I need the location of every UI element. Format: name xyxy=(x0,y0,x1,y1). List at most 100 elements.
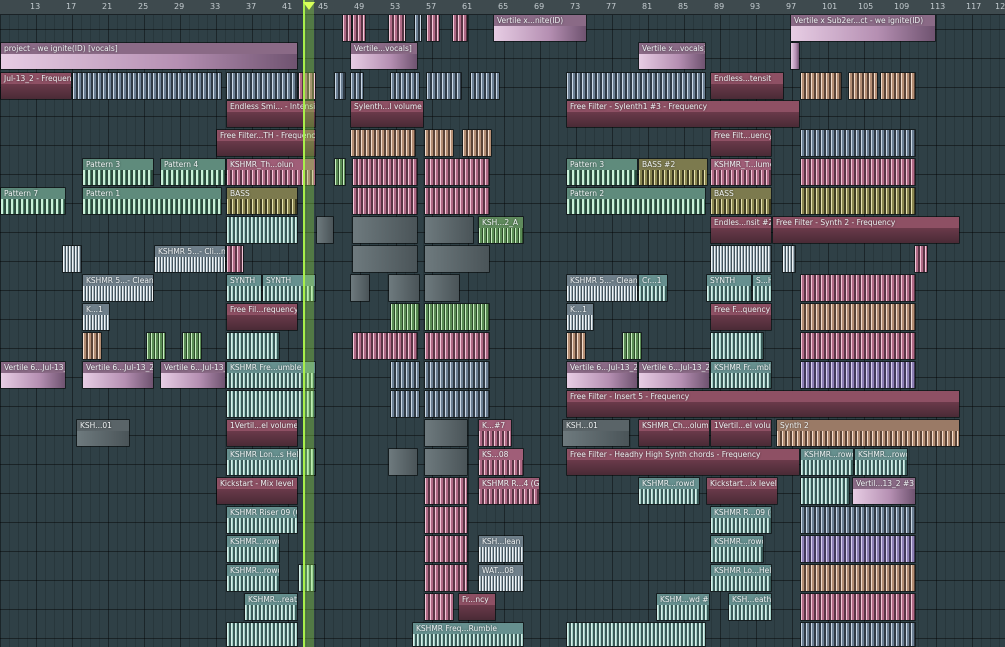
clip-1vertil-el-volume[interactable]: 1Vertil...el volume xyxy=(226,419,298,447)
clip-free-fil-requency[interactable]: Free Fil...requency xyxy=(226,303,298,331)
clip-vertile-6-jul-13-2[interactable]: Vertile 6...Jul-13_2 xyxy=(0,361,66,389)
audio-clip-block[interactable] xyxy=(782,245,796,273)
clip-cr-1[interactable]: Cr...1 xyxy=(638,274,668,302)
audio-clip-block[interactable] xyxy=(426,72,462,100)
clip-kickstart-mix-level[interactable]: Kickstart - Mix level xyxy=(216,477,298,505)
audio-clip-block[interactable] xyxy=(424,158,490,186)
clip-k-1[interactable]: K...1 xyxy=(566,303,594,331)
audio-clip-block[interactable] xyxy=(390,361,420,389)
audio-clip-block[interactable] xyxy=(424,419,468,447)
clip-kshmr-rowd[interactable]: KSHMR...rowd xyxy=(638,477,700,505)
clip-synth[interactable]: SYNTH xyxy=(706,274,752,302)
clip-kshmr-rowd[interactable]: KSHMR...rowd xyxy=(854,448,908,476)
clip-kshmr-rowd[interactable]: KSHMR...rowd xyxy=(226,535,280,563)
clip-k-1[interactable]: K...1 xyxy=(82,303,110,331)
clip-vertil-13-2-3[interactable]: Vertil...13_2 #3 xyxy=(852,477,916,505)
clip-kshmr-t-lume[interactable]: KSHMR_T...lume xyxy=(710,158,772,186)
clip-ksh-eath[interactable]: KSH...eath xyxy=(728,593,772,621)
clip-project-we-ignite-id-vocals[interactable]: project - we ignite(ID) [vocals] xyxy=(0,42,298,70)
audio-clip-block[interactable] xyxy=(566,622,706,647)
audio-clip-block[interactable] xyxy=(352,245,418,273)
clip-kshm-wd-2[interactable]: KSHM...wd #2 xyxy=(656,593,710,621)
audio-clip-block[interactable] xyxy=(800,129,916,157)
audio-clip-block[interactable] xyxy=(226,245,244,273)
audio-clip-block[interactable] xyxy=(800,361,916,389)
clip-pattern-4[interactable]: Pattern 4 xyxy=(160,158,226,186)
audio-clip-block[interactable] xyxy=(462,129,492,157)
audio-clip-block[interactable] xyxy=(470,72,500,100)
audio-clip-block[interactable] xyxy=(424,390,490,418)
audio-clip-block[interactable] xyxy=(390,303,420,331)
audio-clip-block[interactable] xyxy=(424,129,454,157)
audio-clip-block[interactable] xyxy=(800,72,842,100)
audio-clip-block[interactable] xyxy=(62,245,82,273)
clip-kshmr-rowd[interactable]: KSHMR...rowd xyxy=(226,564,280,592)
clip-free-filt-uency-2[interactable]: Free Filt...uency #2 xyxy=(710,129,772,157)
audio-clip-block[interactable] xyxy=(424,506,468,534)
clip-k-7[interactable]: K...#7 xyxy=(478,419,512,447)
audio-clip-block[interactable] xyxy=(226,622,298,647)
clip-ksh-01[interactable]: KSH...01 xyxy=(562,419,630,447)
clip-kshmr-lo-hell[interactable]: KSHMR Lo...Hell xyxy=(710,564,772,592)
clip-vertile-vocals[interactable]: Vertile...vocals] xyxy=(350,42,418,70)
audio-clip-block[interactable] xyxy=(800,593,916,621)
clip-free-f-quency[interactable]: Free F...quency xyxy=(710,303,772,331)
clip-fr-ncy[interactable]: Fr...ncy xyxy=(458,593,496,621)
clip-s-h[interactable]: S...H xyxy=(752,274,772,302)
audio-clip-block[interactable] xyxy=(424,274,460,302)
clip-vertile-6-jul-13-2[interactable]: Vertile 6...Jul-13_2 xyxy=(82,361,154,389)
audio-clip-block[interactable] xyxy=(316,216,334,244)
audio-clip-block[interactable] xyxy=(424,187,490,215)
clip-kshmr-rowd[interactable]: KSHMR...rowd xyxy=(800,448,854,476)
audio-clip-block[interactable] xyxy=(390,390,420,418)
clip-kickstart-ix-level[interactable]: Kickstart...ix level xyxy=(706,477,778,505)
clip-pattern-3[interactable]: Pattern 3 xyxy=(82,158,154,186)
audio-clip-block[interactable] xyxy=(424,303,490,331)
audio-clip-block[interactable] xyxy=(848,72,878,100)
clip-endless-tensit[interactable]: Endless...tensit xyxy=(710,72,784,100)
audio-clip-block[interactable] xyxy=(424,448,468,476)
audio-clip-block[interactable] xyxy=(800,477,850,505)
clip-pattern-3[interactable]: Pattern 3 xyxy=(566,158,638,186)
clip-kshmr-ch-olume[interactable]: KSHMR_Ch...olume xyxy=(638,419,710,447)
bar-ruler[interactable]: 13 17 21 25 29 33 37 41 45 49 53 57 61 65 69 73 77 81 85 89… xyxy=(0,0,1005,15)
clip-area[interactable]: project - we ignite(ID) [vocals] Vertile … xyxy=(0,14,1005,647)
audio-clip-block[interactable] xyxy=(334,158,346,186)
audio-clip-block[interactable] xyxy=(424,535,468,563)
clip-kshmr-r-4-g[interactable]: KSHMR R...4 (G#) xyxy=(478,477,540,505)
audio-clip-block[interactable] xyxy=(388,274,420,302)
audio-clip-block[interactable] xyxy=(352,14,366,42)
clip-free-filter-insert-5-frequency[interactable]: Free Filter - Insert 5 - Frequency xyxy=(566,390,960,418)
clip-synth[interactable]: SYNTH xyxy=(226,274,262,302)
clip-wat-08[interactable]: WAT...08 xyxy=(478,564,524,592)
clip-ksh-01[interactable]: KSH...01 xyxy=(76,419,130,447)
audio-clip-block[interactable] xyxy=(424,332,490,360)
audio-clip-block[interactable] xyxy=(800,158,916,186)
clip-kshmr-fr-mble[interactable]: KSHMR Fr...mble xyxy=(710,361,772,389)
audio-clip-block[interactable] xyxy=(390,72,420,100)
clip-vertile-6-jul-13-2[interactable]: Vertile 6...Jul-13_2 xyxy=(566,361,638,389)
clip-vertile-x-nite-id[interactable]: Vertile x...nite(ID) xyxy=(493,14,587,42)
clip-kshmr-rowd[interactable]: KSHMR...rowd xyxy=(710,535,764,563)
clip-pattern-1[interactable]: Pattern 1 xyxy=(82,187,222,215)
audio-clip-block[interactable] xyxy=(426,14,440,42)
clip-free-filter-headhy-high-synth-chords-frequency[interactable]: Free Filter - Headhy High Synth chords -… xyxy=(566,448,800,476)
clip-kshmr-freq-rumble[interactable]: KSHMR Freq...Rumble xyxy=(412,622,524,647)
audio-clip-block[interactable] xyxy=(226,72,298,100)
clip-endles-nsit-2[interactable]: Endles...nsit #2 xyxy=(710,216,772,244)
clip-ks-08[interactable]: KS...08 xyxy=(478,448,524,476)
audio-clip-block[interactable] xyxy=(622,332,642,360)
audio-clip-block[interactable] xyxy=(800,332,916,360)
audio-clip-block[interactable] xyxy=(182,332,202,360)
audio-clip-block[interactable] xyxy=(800,187,916,215)
audio-clip-block[interactable] xyxy=(710,245,772,273)
audio-clip-block[interactable] xyxy=(414,14,422,42)
audio-clip-block[interactable] xyxy=(342,14,352,42)
audio-clip-block[interactable] xyxy=(334,72,346,100)
clip-free-filter-th-frequency[interactable]: Free Filter...TH - Frequency xyxy=(216,129,316,157)
audio-clip-block[interactable] xyxy=(350,274,370,302)
audio-clip-block[interactable] xyxy=(452,14,468,42)
audio-clip-block[interactable] xyxy=(800,622,916,647)
clip-kshmr-5-cli-n[interactable]: KSHMR 5...- Cli...n xyxy=(154,245,226,273)
clip-synth-2[interactable]: Synth 2 xyxy=(776,419,960,447)
